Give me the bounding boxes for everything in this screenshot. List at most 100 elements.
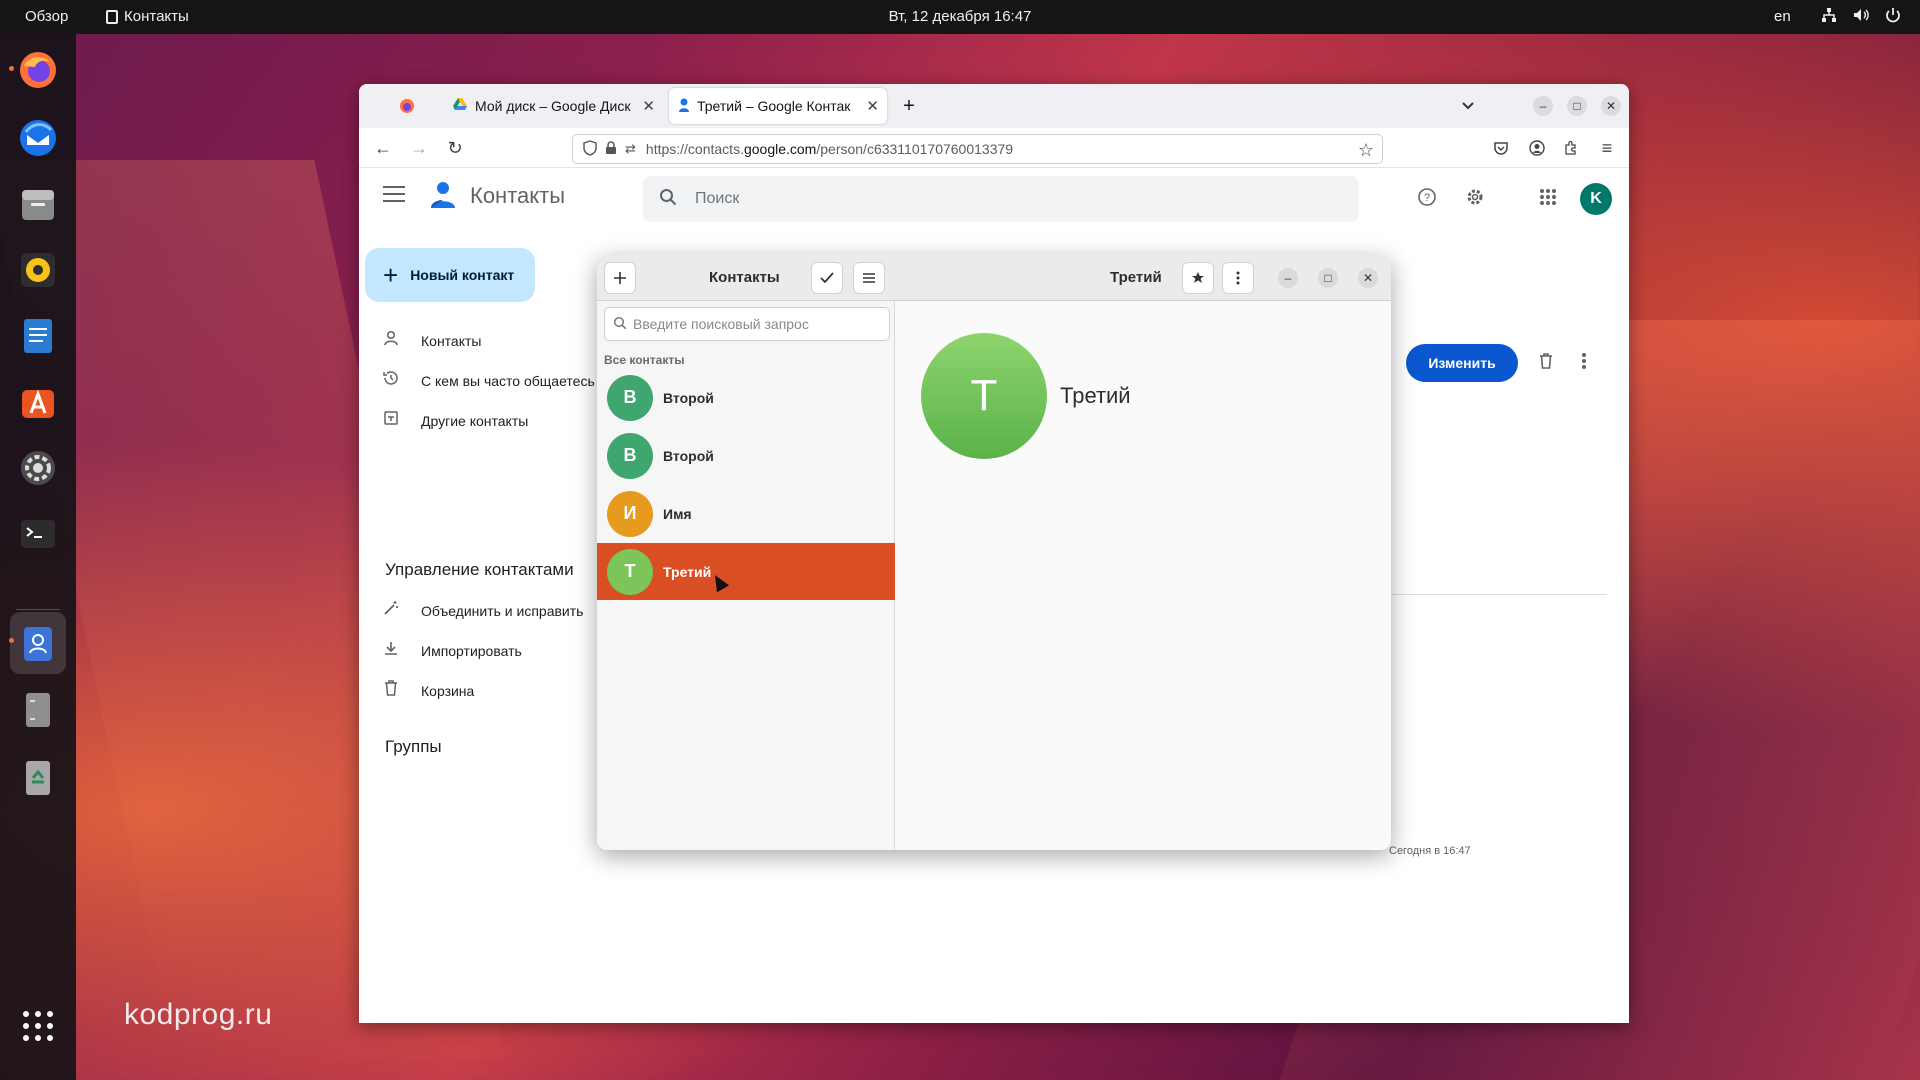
- gear-icon[interactable]: [1464, 186, 1486, 208]
- new-contact-button[interactable]: + Новый контакт: [365, 248, 535, 302]
- contact-avatar: Т: [607, 548, 653, 595]
- bookmark-star-icon[interactable]: ☆: [1358, 140, 1374, 161]
- tab-strip: Мой диск – Google Диск ✕ Третий – Google…: [359, 84, 1629, 128]
- groups-section-title: Группы: [385, 737, 442, 756]
- delete-icon[interactable]: [1535, 350, 1557, 372]
- new-tab-button[interactable]: +: [894, 88, 924, 124]
- edit-button[interactable]: Изменить: [1406, 344, 1518, 382]
- url-path: /person/c633110170760013379: [816, 141, 1014, 157]
- activities-button[interactable]: Обзор: [25, 8, 68, 25]
- app-menu[interactable]: Контакты: [106, 8, 189, 25]
- nav-item-other[interactable]: Другие контакты: [381, 410, 528, 431]
- writer-icon[interactable]: [16, 314, 60, 358]
- firefox-view-button[interactable]: [399, 88, 429, 124]
- tab-title: Третий – Google Контак: [697, 98, 851, 114]
- files-icon[interactable]: [16, 182, 60, 226]
- menu-icon[interactable]: ≡: [1595, 136, 1619, 160]
- account-icon[interactable]: [1525, 136, 1549, 160]
- nav-item-import[interactable]: Импортировать: [381, 640, 522, 661]
- thunderbird-icon[interactable]: [16, 116, 60, 160]
- nav-item-trash[interactable]: Корзина: [381, 680, 474, 701]
- contact-search-input[interactable]: Введите поисковый запрос: [604, 307, 890, 341]
- top-bar: Обзор Контакты Вт, 12 декабря 16:47 en: [0, 0, 1920, 34]
- more-vert-icon[interactable]: [1573, 350, 1595, 372]
- trash-icon[interactable]: [16, 756, 60, 800]
- search-placeholder: Введите поисковый запрос: [633, 316, 809, 332]
- detail-name: Третий: [1060, 383, 1131, 408]
- permissions-icon: ⇄: [625, 141, 636, 156]
- list-title: Контакты: [709, 269, 780, 286]
- changed-time: Сегодня в 16:47: [1389, 845, 1471, 857]
- magic-wand-icon: [381, 600, 401, 621]
- tab-list-chevron-down-icon[interactable]: [1455, 88, 1481, 124]
- terminal-icon[interactable]: [16, 512, 60, 556]
- pocket-icon[interactable]: [1489, 136, 1513, 160]
- contact-name: Имя: [663, 505, 692, 522]
- favorite-star-icon[interactable]: [1182, 262, 1214, 294]
- dock: [0, 34, 76, 1080]
- contact-row-selected[interactable]: Т Третий: [597, 543, 895, 600]
- tab-title: Мой диск – Google Диск: [475, 98, 631, 114]
- url-bar[interactable]: ⇄ https://contacts. google.com/person/c63…: [572, 134, 1383, 164]
- main-menu-icon[interactable]: [853, 262, 885, 294]
- google-apps-icon[interactable]: [1537, 186, 1559, 208]
- contact-avatar: В: [607, 432, 653, 479]
- maximize-icon[interactable]: □: [1567, 96, 1587, 116]
- reload-icon[interactable]: ↻: [443, 136, 467, 160]
- contact-avatar: В: [607, 374, 653, 421]
- hamburger-menu-icon[interactable]: [383, 186, 405, 202]
- select-check-icon[interactable]: [811, 262, 843, 294]
- nav-label: Другие контакты: [421, 412, 529, 429]
- settings-icon[interactable]: [16, 446, 60, 490]
- tab-google-drive[interactable]: Мой диск – Google Диск ✕: [443, 88, 663, 124]
- contact-row[interactable]: И Имя: [597, 485, 895, 542]
- app-menu-label: Контакты: [124, 8, 189, 25]
- extensions-icon[interactable]: [1559, 136, 1583, 160]
- close-tab-icon[interactable]: ✕: [866, 97, 879, 115]
- rhythmbox-icon[interactable]: [16, 248, 60, 292]
- search-input[interactable]: Поиск: [643, 176, 1359, 222]
- forward-arrow-icon[interactable]: →: [407, 136, 431, 160]
- volume-icon: [1852, 6, 1870, 24]
- more-vert-icon[interactable]: [1222, 262, 1254, 294]
- tab-google-contacts[interactable]: Третий – Google Контак ✕: [669, 88, 887, 124]
- nav-item-contacts[interactable]: Контакты: [381, 330, 481, 351]
- help-icon[interactable]: ?: [1416, 186, 1438, 208]
- plus-icon: +: [383, 259, 399, 290]
- person-icon: [381, 330, 401, 351]
- search-icon: [613, 316, 627, 333]
- lock-icon: [605, 140, 617, 158]
- dock-separator: [16, 609, 60, 610]
- add-contact-button[interactable]: [604, 262, 636, 294]
- nav-label: Корзина: [421, 682, 475, 699]
- apps-grid-icon[interactable]: [16, 1004, 60, 1048]
- firefox-icon[interactable]: [16, 48, 60, 92]
- account-avatar[interactable]: K: [1580, 183, 1612, 215]
- contacts-sidebar: Введите поисковый запрос Все контакты В …: [597, 301, 895, 850]
- history-icon: [381, 370, 401, 391]
- detail-avatar: Т: [921, 333, 1047, 459]
- app-center-icon[interactable]: [16, 380, 60, 424]
- minimize-icon[interactable]: –: [1278, 268, 1298, 288]
- clock[interactable]: Вт, 12 декабря 16:47: [0, 8, 1920, 25]
- nav-item-merge[interactable]: Объединить и исправить: [381, 600, 583, 621]
- keyboard-layout[interactable]: en: [1774, 8, 1791, 25]
- nav-label: Объединить и исправить: [421, 602, 584, 619]
- contact-row[interactable]: В Второй: [597, 369, 895, 426]
- nav-item-frequent[interactable]: С кем вы часто общаетесь: [381, 370, 595, 391]
- maximize-icon[interactable]: □: [1318, 268, 1338, 288]
- minimize-icon[interactable]: –: [1533, 96, 1553, 116]
- search-icon: [659, 188, 677, 211]
- close-tab-icon[interactable]: ✕: [642, 97, 655, 115]
- close-icon[interactable]: ✕: [1601, 96, 1621, 116]
- nav-bar: ← → ↻ ⇄ https://contacts. google.com/pers…: [359, 128, 1629, 168]
- disks-icon[interactable]: [16, 688, 60, 732]
- archive-icon: [381, 410, 401, 431]
- back-arrow-icon[interactable]: ←: [371, 136, 395, 160]
- system-tray[interactable]: [1820, 6, 1902, 24]
- close-icon[interactable]: ✕: [1358, 268, 1378, 288]
- search-placeholder: Поиск: [695, 190, 740, 207]
- contact-row[interactable]: В Второй: [597, 427, 895, 484]
- contacts-icon[interactable]: [16, 622, 60, 666]
- url-host: google.com: [743, 141, 817, 157]
